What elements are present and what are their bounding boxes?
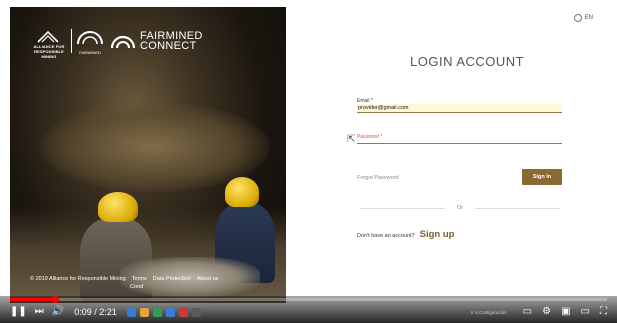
screen: ALLIANCE FOR RESPONSIBLE MINING FAIRMINE… bbox=[0, 0, 617, 323]
globe-icon bbox=[573, 14, 582, 22]
copyright-text: © 2019 Alliance for Responsible Mining bbox=[30, 276, 126, 282]
fairmined-arc-icon bbox=[110, 35, 136, 49]
taskbar-icons bbox=[126, 307, 201, 317]
sign-in-button[interactable]: Sign In bbox=[522, 169, 562, 185]
pause-icon[interactable]: ❚❚ bbox=[10, 304, 27, 320]
about-us-link[interactable]: About us bbox=[197, 275, 219, 283]
fullscreen-icon[interactable]: ⛶ bbox=[600, 304, 607, 320]
video-player-controls: ❚❚ ⏭ 🔊 0:09 / 2:21 Ir a Configuración ▭ … bbox=[0, 296, 617, 323]
language-selector[interactable]: EN bbox=[573, 14, 593, 22]
page-title: LOGIN ACCOUNT bbox=[410, 54, 525, 69]
sign-up-link[interactable]: Sign up bbox=[420, 229, 455, 240]
photo-footer: © 2019 Alliance for Responsible Mining T… bbox=[30, 275, 270, 291]
helmet-icon bbox=[225, 177, 259, 207]
terms-link-line2[interactable]: Cond bbox=[130, 284, 143, 290]
app-icon[interactable] bbox=[126, 307, 136, 317]
or-text: Or bbox=[456, 205, 464, 211]
progress-bar[interactable] bbox=[10, 296, 607, 303]
password-field[interactable] bbox=[357, 141, 562, 144]
app-icon[interactable] bbox=[165, 307, 175, 317]
brand-logos: ALLIANCE FOR RESPONSIBLE MINING FAIRMINE… bbox=[30, 29, 203, 59]
app-icon[interactable] bbox=[152, 307, 162, 317]
or-divider: Or bbox=[360, 205, 560, 211]
settings-gear-icon[interactable]: ⚙ bbox=[542, 304, 551, 320]
volume-icon[interactable]: 🔊 bbox=[52, 304, 64, 320]
mouse-cursor-icon: ⇱ bbox=[347, 134, 356, 145]
miniplayer-icon[interactable]: ▣ bbox=[561, 304, 570, 320]
product-name-line2: CONNECT bbox=[140, 40, 197, 52]
progress-fill bbox=[10, 298, 55, 301]
language-label: EN bbox=[584, 15, 593, 21]
forgot-password-link[interactable]: Forgot Password bbox=[357, 175, 399, 181]
app-icon[interactable] bbox=[139, 307, 149, 317]
progress-scrubber[interactable] bbox=[52, 296, 59, 303]
signup-row: Don't have an account? Sign up bbox=[357, 229, 454, 240]
fairmined-seal: FAIRMINED bbox=[71, 29, 105, 55]
app-icon[interactable] bbox=[178, 307, 188, 317]
helmet-icon bbox=[98, 192, 138, 222]
time-display: 0:09 / 2:21 bbox=[74, 307, 117, 317]
alliance-logo: ALLIANCE FOR RESPONSIBLE MINING bbox=[30, 30, 66, 59]
fairmined-seal-text: FAIRMINED bbox=[79, 50, 101, 55]
system-notice: Ir a Configuración bbox=[471, 309, 507, 315]
next-icon[interactable]: ⏭ bbox=[35, 304, 44, 320]
terms-link[interactable]: Terms bbox=[132, 275, 147, 283]
fairmined-connect-logo: FAIRMINED CONNECT bbox=[110, 31, 203, 52]
alliance-logo-text: ALLIANCE FOR RESPONSIBLE MINING bbox=[33, 44, 65, 59]
theater-mode-icon[interactable]: ▭ bbox=[581, 304, 590, 320]
captions-icon[interactable]: ▭ bbox=[523, 304, 532, 320]
hero-photo: ALLIANCE FOR RESPONSIBLE MINING FAIRMINE… bbox=[10, 7, 286, 303]
data-protection-link[interactable]: Data Protection bbox=[153, 275, 191, 283]
app-icon[interactable] bbox=[191, 307, 201, 317]
email-field[interactable] bbox=[357, 104, 562, 113]
password-label: Password * bbox=[357, 134, 383, 140]
no-account-text: Don't have an account? bbox=[357, 233, 415, 239]
